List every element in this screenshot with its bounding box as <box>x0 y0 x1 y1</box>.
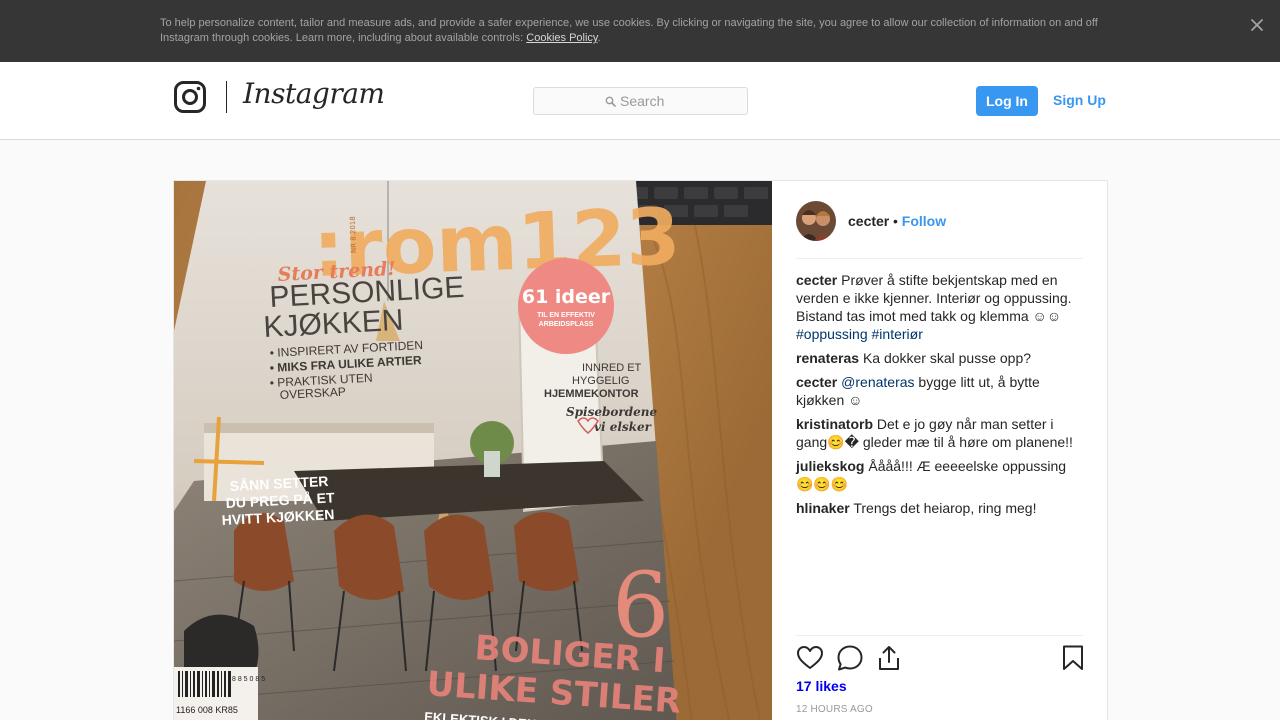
dining-1: Spisebordene <box>566 405 657 419</box>
signup-link[interactable]: Sign Up <box>1053 92 1106 108</box>
comments-list: cecter Prøver å stifte bekjentskap med e… <box>796 271 1083 523</box>
logo-divider <box>226 81 227 113</box>
cookie-suffix: . <box>597 32 601 44</box>
author-username[interactable]: cecter <box>848 213 889 229</box>
instagram-wordmark[interactable]: Instagram <box>243 77 385 110</box>
comment-username[interactable]: cecter <box>796 374 837 390</box>
mention-link[interactable]: @renateras <box>841 374 914 390</box>
follow-wrap: • Follow <box>893 213 946 229</box>
comment-text: Ka dokker skal pusse opp? <box>862 350 1032 366</box>
issue-label: NR 8.2018 <box>349 216 358 253</box>
post-card: :rom123 NR 8.2018 Stor trend! PERSONLIGE… <box>173 180 1108 720</box>
comment-username[interactable]: renateras <box>796 350 859 366</box>
badge-small-2: ARBEIDSPLASS <box>539 321 594 328</box>
search-icon <box>605 96 616 107</box>
caption-text: Prøver å stifte bekjentskap med en verde… <box>796 272 1072 324</box>
dining-2: vi elsker <box>594 420 653 434</box>
avatar[interactable] <box>796 201 836 241</box>
comment-username[interactable]: hlinaker <box>796 500 850 516</box>
comment-username[interactable]: juliekskog <box>796 458 864 474</box>
search-input[interactable] <box>620 88 740 114</box>
instagram-glyph-icon[interactable] <box>174 81 206 113</box>
post-actions <box>796 635 1083 681</box>
post-timestamp[interactable]: 12 HOURS AGO <box>796 704 873 715</box>
bookmark-icon[interactable] <box>1059 644 1087 672</box>
hashtag-link[interactable]: #oppussing <box>796 326 868 342</box>
comment: hlinaker Trengs det heiarop, ring meg! <box>796 499 1083 517</box>
cookie-text: To help personalize content, tailor and … <box>160 17 1098 44</box>
office-1: INNRED ET <box>582 362 642 374</box>
caption: cecter Prøver å stifte bekjentskap med e… <box>796 271 1083 343</box>
cookies-policy-link[interactable]: Cookies Policy <box>526 32 597 44</box>
barcode-code: 8 8 5 0 8 5 <box>232 676 265 683</box>
office-2: HYGGELIG <box>572 375 629 387</box>
share-icon[interactable] <box>875 644 903 672</box>
comment-text: Trengs det heiarop, ring meg! <box>853 500 1037 516</box>
post-photo[interactable]: :rom123 NR 8.2018 Stor trend! PERSONLIGE… <box>174 181 772 720</box>
badge-small-1: TIL EN EFFEKTIV <box>537 312 595 319</box>
hashtag-link[interactable]: #interiør <box>872 326 923 342</box>
avatar-photo <box>796 201 836 241</box>
cookie-banner-text: To help personalize content, tailor and … <box>160 16 1120 46</box>
comment-icon[interactable] <box>836 644 864 672</box>
comment: juliekskog Åååå!!! Æ eeeeelske oppussing… <box>796 457 1083 493</box>
badge-big: 61 ideer <box>522 286 611 308</box>
magazine-cover-image: :rom123 NR 8.2018 Stor trend! PERSONLIGE… <box>174 181 772 720</box>
office-3: HJEMMEKONTOR <box>544 388 639 400</box>
comment: kristinatorb Det e jo gøy når man setter… <box>796 415 1083 451</box>
heart-icon[interactable] <box>796 644 824 672</box>
login-button[interactable]: Log In <box>976 86 1038 116</box>
separator-dot: • <box>893 213 898 229</box>
close-icon[interactable] <box>1248 16 1266 34</box>
barcode-price: 1166 008 KR85 <box>176 705 238 715</box>
likes-count[interactable]: 17 likes <box>796 678 847 694</box>
comment: cecter @renateras bygge litt ut, å bytte… <box>796 373 1083 409</box>
comment-username[interactable]: kristinatorb <box>796 416 873 432</box>
follow-button[interactable]: Follow <box>902 213 946 229</box>
comment-username[interactable]: cecter <box>796 272 837 288</box>
cookie-banner: To help personalize content, tailor and … <box>0 0 1280 62</box>
comment: renateras Ka dokker skal pusse opp? <box>796 349 1083 367</box>
top-nav: Instagram Log In Sign Up <box>0 62 1280 140</box>
post-side-panel: cecter • Follow cecter Prøver å stifte b… <box>772 181 1107 720</box>
post-author-row: cecter • Follow <box>796 201 1083 259</box>
search-box[interactable] <box>533 87 748 115</box>
